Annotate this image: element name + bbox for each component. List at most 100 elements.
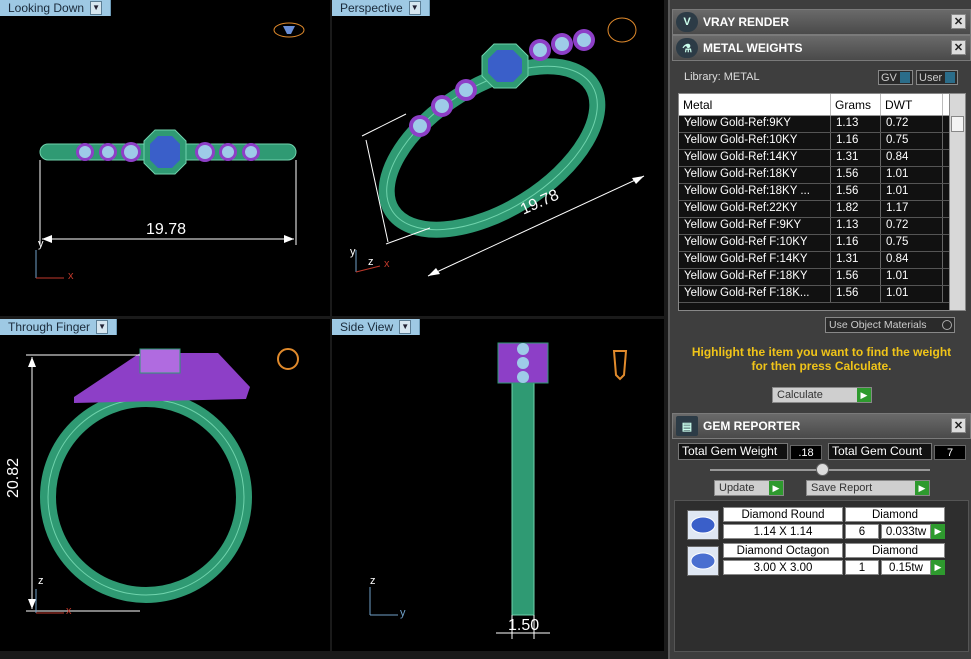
table-cell: Yellow Gold-Ref F:14KY <box>679 252 831 268</box>
metal-table[interactable]: Metal Grams DWT Yellow Gold-Ref:9KY 1.13 0… <box>678 93 966 311</box>
table-cell: Yellow Gold-Ref:18KY ... <box>679 184 831 200</box>
table-body: Yellow Gold-Ref:9KY 1.13 0.72 Yellow Gold-R… <box>679 116 965 303</box>
gv-toggle[interactable]: GV <box>878 70 913 85</box>
chevron-down-icon[interactable]: ▼ <box>90 1 103 15</box>
table-cell: Yellow Gold-Ref:9KY <box>679 116 831 132</box>
use-object-materials-toggle[interactable]: Use Object Materials <box>825 317 955 333</box>
table-row[interactable]: Yellow Gold-Ref F:14KY 1.31 0.84 <box>679 252 965 269</box>
chevron-down-icon[interactable]: ▼ <box>399 320 412 334</box>
axis-z-label: z <box>370 575 376 587</box>
play-icon[interactable]: ▶ <box>931 560 945 575</box>
viewport-label-text: Perspective <box>340 1 403 15</box>
gem-item[interactable]: Diamond Octagon Diamond 3.00 X 3.00 1 0.… <box>685 543 945 579</box>
close-icon[interactable]: ✕ <box>951 14 966 29</box>
table-cell: 1.31 <box>831 252 881 268</box>
viewport-label[interactable]: Looking Down ▼ <box>0 0 112 16</box>
gem-type: Diamond <box>845 543 945 558</box>
table-cell: Yellow Gold-Ref:14KY <box>679 150 831 166</box>
viewport-label[interactable]: Perspective ▼ <box>332 0 430 16</box>
side-view-canvas <box>369 342 628 639</box>
update-label: Update <box>719 482 755 494</box>
table-cell: 0.75 <box>881 133 943 149</box>
table-row[interactable]: Yellow Gold-Ref:9KY 1.13 0.72 <box>679 116 965 133</box>
gem-reporter-title: GEM REPORTER <box>703 419 801 433</box>
user-label: User <box>919 71 943 84</box>
table-scrollbar[interactable] <box>949 94 965 310</box>
viewport-looking-down[interactable]: Looking Down ▼ 19.78 y x <box>0 0 330 316</box>
chevron-down-icon[interactable]: ▼ <box>96 320 109 334</box>
table-row[interactable]: Yellow Gold-Ref F:10KY 1.16 0.75 <box>679 235 965 252</box>
table-cell: 1.56 <box>831 167 881 183</box>
table-row[interactable]: Yellow Gold-Ref:22KY 1.82 1.17 <box>679 201 965 218</box>
axis-x-label: x <box>68 270 74 282</box>
library-label: Library: METAL <box>684 71 760 83</box>
gem-size: 3.00 X 3.00 <box>723 560 843 575</box>
gem-weight: 0.15tw <box>881 560 931 575</box>
table-header: Metal Grams DWT <box>679 94 965 116</box>
table-cell: 0.72 <box>881 218 943 234</box>
column-header-grams[interactable]: Grams <box>831 94 881 115</box>
metal-weights-header[interactable]: ⚗ METAL WEIGHTS ✕ <box>672 35 971 61</box>
table-cell: 0.72 <box>881 116 943 132</box>
axis-y-label: y <box>400 607 406 619</box>
close-icon[interactable]: ✕ <box>951 418 966 433</box>
table-cell: Yellow Gold-Ref:10KY <box>679 133 831 149</box>
toggle-circle-icon <box>942 320 952 330</box>
table-row[interactable]: Yellow Gold-Ref:18KY 1.56 1.01 <box>679 167 965 184</box>
looking-down-canvas <box>35 22 305 279</box>
viewport-label-text: Side View <box>340 320 394 334</box>
use-object-materials-label: Use Object Materials <box>829 319 927 331</box>
vray-title: VRAY RENDER <box>703 15 790 29</box>
gem-reporter-header[interactable]: ▤ GEM REPORTER ✕ <box>672 413 971 439</box>
table-cell: Yellow Gold-Ref:18KY <box>679 167 831 183</box>
diamond-octagon-icon <box>687 546 719 576</box>
calculate-button[interactable]: Calculate ▶ <box>772 387 872 403</box>
play-icon: ▶ <box>915 481 929 495</box>
toggle-icon <box>899 72 910 83</box>
table-row[interactable]: Yellow Gold-Ref:18KY ... 1.56 1.01 <box>679 184 965 201</box>
viewport-perspective[interactable]: Perspective ▼ 19.78 y z x <box>332 0 664 316</box>
table-cell: 0.75 <box>881 235 943 251</box>
calculate-label: Calculate <box>777 389 823 401</box>
table-cell: 1.01 <box>881 184 943 200</box>
table-row[interactable]: Yellow Gold-Ref:14KY 1.31 0.84 <box>679 150 965 167</box>
viewport-label[interactable]: Through Finger ▼ <box>0 319 118 335</box>
table-cell: 1.56 <box>831 269 881 285</box>
table-cell: 1.01 <box>881 286 943 302</box>
table-cell: 0.84 <box>881 252 943 268</box>
slider-handle[interactable] <box>816 463 829 476</box>
play-icon[interactable]: ▶ <box>931 524 945 539</box>
table-row[interactable]: Yellow Gold-Ref:10KY 1.16 0.75 <box>679 133 965 150</box>
toggle-icon <box>945 72 956 83</box>
viewport-label-text: Through Finger <box>8 320 91 334</box>
scroll-thumb[interactable] <box>951 116 964 132</box>
table-cell: 1.01 <box>881 167 943 183</box>
gem-size: 1.14 X 1.14 <box>723 524 843 539</box>
table-row[interactable]: Yellow Gold-Ref F:9KY 1.13 0.72 <box>679 218 965 235</box>
column-header-metal[interactable]: Metal <box>679 94 831 115</box>
table-cell: 1.16 <box>831 235 881 251</box>
viewport-side-view[interactable]: Side View ▼ 1.50 z y <box>332 319 664 651</box>
viewport-through-finger[interactable]: Through Finger ▼ 20.82 z x <box>0 319 330 651</box>
viewport-label[interactable]: Side View ▼ <box>332 319 421 335</box>
axis-x-label: x <box>384 258 390 270</box>
diamond-round-icon <box>687 510 719 540</box>
user-toggle[interactable]: User <box>916 70 959 85</box>
column-header-dwt[interactable]: DWT <box>881 94 943 115</box>
table-cell: 1.82 <box>831 201 881 217</box>
update-button[interactable]: Update ▶ <box>714 480 784 496</box>
vray-render-header[interactable]: V VRAY RENDER ✕ <box>672 9 971 35</box>
metal-weights-title: METAL WEIGHTS <box>703 41 803 55</box>
table-cell: 1.17 <box>881 201 943 217</box>
hint-text: Highlight the item you want to find the … <box>670 345 971 373</box>
table-row[interactable]: Yellow Gold-Ref F:18K... 1.56 1.01 <box>679 286 965 303</box>
close-icon[interactable]: ✕ <box>951 40 966 55</box>
gem-item[interactable]: Diamond Round Diamond 1.14 X 1.14 6 0.03… <box>685 507 945 543</box>
save-report-button[interactable]: Save Report ▶ <box>806 480 930 496</box>
table-row[interactable]: Yellow Gold-Ref F:18KY 1.56 1.01 <box>679 269 965 286</box>
chevron-down-icon[interactable]: ▼ <box>408 1 421 15</box>
vray-icon: V <box>676 12 698 32</box>
table-cell: 1.56 <box>831 286 881 302</box>
total-gem-count-value: 7 <box>934 445 966 460</box>
table-cell: Yellow Gold-Ref F:18KY <box>679 269 831 285</box>
